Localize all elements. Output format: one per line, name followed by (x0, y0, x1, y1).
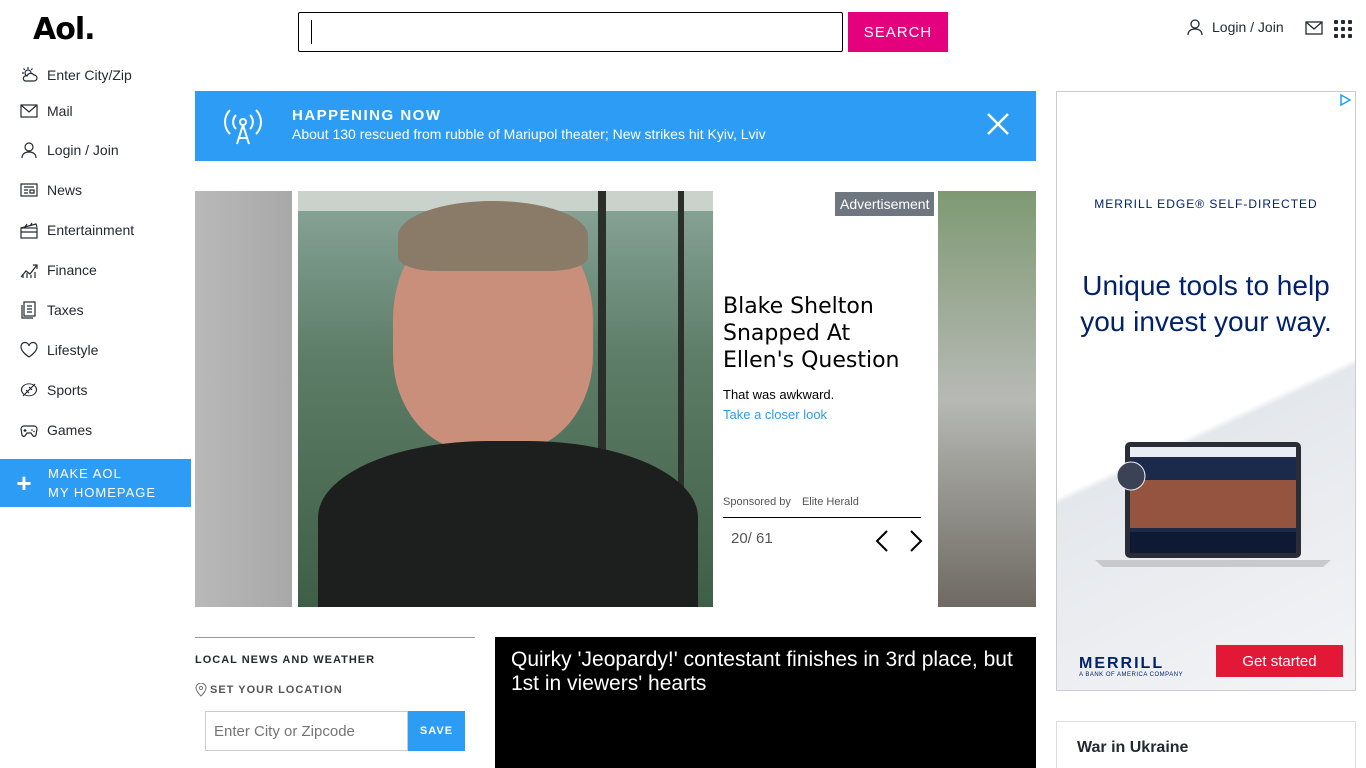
text-cursor (311, 20, 312, 44)
nav-item-login[interactable]: Login / Join (0, 130, 191, 170)
set-location-link[interactable]: SET YOUR LOCATION (195, 683, 475, 697)
nav-item-sports[interactable]: Sports (0, 370, 191, 410)
broadcast-antenna-icon (224, 109, 262, 145)
user-icon (1187, 19, 1203, 36)
weather-icon (22, 67, 38, 82)
nav-item-mail[interactable]: Mail (0, 92, 191, 130)
games-icon (20, 425, 38, 437)
module-title: War in Ukraine (1077, 739, 1189, 756)
slide-image[interactable] (298, 191, 713, 607)
header-login-label: Login / Join (1212, 19, 1284, 35)
close-icon[interactable] (985, 111, 1011, 137)
nav-label: News (47, 182, 83, 198)
entertainment-icon (20, 222, 38, 239)
apps-grid-icon[interactable] (1334, 20, 1352, 38)
set-location-label: SET YOUR LOCATION (210, 684, 343, 696)
header-login-link[interactable]: Login / Join (1186, 18, 1284, 36)
make-homepage-line2: MY HOMEPAGE (48, 485, 157, 500)
local-news-module: LOCAL NEWS AND WEATHER SET YOUR LOCATION… (195, 637, 475, 751)
news-icon (20, 183, 38, 197)
sports-icon (20, 383, 38, 397)
save-location-button[interactable]: SAVE (408, 711, 465, 751)
taxes-icon (21, 301, 36, 319)
slide-subtitle: That was awkward. (723, 387, 835, 402)
nav-item-taxes[interactable]: Taxes (0, 290, 191, 330)
make-homepage-label: MAKE AOL MY HOMEPAGE (48, 464, 156, 502)
make-homepage-button[interactable]: + MAKE AOL MY HOMEPAGE (0, 459, 191, 507)
war-in-ukraine-module[interactable]: War in Ukraine (1056, 721, 1356, 768)
left-nav: Enter City/Zip Mail Login / Join News En… (0, 58, 191, 450)
sponsor-name[interactable]: Elite Herald (802, 496, 859, 508)
chevron-left-icon[interactable] (873, 529, 891, 553)
sponsored-by-label: Sponsored by (723, 496, 791, 508)
ad-brand: MERRILL EDGE® SELF-DIRECTED (1094, 197, 1318, 211)
location-form: SAVE (205, 711, 465, 751)
ad-copy: Unique tools to help you invest your way… (1080, 270, 1332, 337)
chevron-right-icon[interactable] (907, 529, 925, 553)
merrill-logo-sub: A BANK OF AMERICA COMPANY (1079, 672, 1184, 678)
nav-label: Games (47, 422, 93, 438)
video-player[interactable]: Quirky 'Jeopardy!' contestant finishes i… (495, 637, 1036, 768)
nav-item-news[interactable]: News (0, 170, 191, 210)
slide-counter: 20/ 61 (731, 530, 773, 547)
heart-icon (20, 341, 38, 358)
nav-label: Entertainment (47, 222, 135, 238)
city-zip-input[interactable] (205, 711, 408, 751)
nav-item-games[interactable]: Games (0, 410, 191, 450)
video-title: Quirky 'Jeopardy!' contestant finishes i… (511, 648, 1013, 695)
nav-label: Sports (47, 382, 88, 398)
nav-item-weather[interactable]: Enter City/Zip (0, 58, 191, 92)
get-started-button[interactable]: Get started (1216, 645, 1343, 677)
nav-label: Finance (47, 262, 97, 278)
laptop-image (1095, 442, 1331, 567)
nav-label: Taxes (47, 302, 84, 318)
banner-headline[interactable]: About 130 rescued from rubble of Mariupo… (292, 126, 766, 142)
sponsor-line: Sponsored by Elite Herald (723, 496, 859, 508)
user-icon (21, 142, 37, 159)
make-homepage-line1: MAKE AOL (48, 466, 122, 481)
nav-item-lifestyle[interactable]: Lifestyle (0, 330, 191, 370)
mail-icon (20, 104, 38, 118)
adchoices-icon[interactable] (1339, 94, 1351, 106)
plus-icon: + (16, 467, 32, 498)
mail-icon (1305, 21, 1323, 35)
search-button[interactable]: SEARCH (848, 12, 948, 52)
nav-item-finance[interactable]: Finance (0, 250, 191, 290)
local-news-title: LOCAL NEWS AND WEATHER (195, 654, 376, 666)
merrill-logo: MERRILL (1079, 655, 1165, 672)
nav-label: Enter City/Zip (47, 67, 132, 83)
aol-logo[interactable]: Aol. (33, 12, 96, 47)
banner-kicker: HAPPENING NOW (292, 107, 442, 124)
location-pin-icon (195, 683, 207, 697)
search-input[interactable] (298, 12, 843, 52)
slideshow: Advertisement Blake Shelton Snapped At E… (195, 191, 1036, 607)
finance-icon (20, 264, 38, 278)
previous-slide-image[interactable] (195, 191, 292, 607)
divider (723, 517, 921, 518)
display-ad[interactable]: MERRILL EDGE® SELF-DIRECTED Unique tools… (1056, 91, 1356, 691)
nav-label: Login / Join (47, 142, 119, 158)
nav-item-entertainment[interactable]: Entertainment (0, 210, 191, 250)
slide-cta-link[interactable]: Take a closer look (723, 407, 921, 422)
happening-now-banner[interactable]: HAPPENING NOW About 130 rescued from rub… (195, 91, 1036, 161)
nav-label: Lifestyle (47, 342, 99, 358)
advertisement-tag: Advertisement (835, 192, 935, 216)
slide-info: Blake Shelton Snapped At Ellen's Questio… (723, 293, 921, 422)
nav-label: Mail (47, 103, 73, 119)
slide-title[interactable]: Blake Shelton Snapped At Ellen's Questio… (723, 293, 921, 374)
header-mail-button[interactable] (1305, 20, 1323, 41)
next-slide-image[interactable] (938, 191, 1036, 607)
